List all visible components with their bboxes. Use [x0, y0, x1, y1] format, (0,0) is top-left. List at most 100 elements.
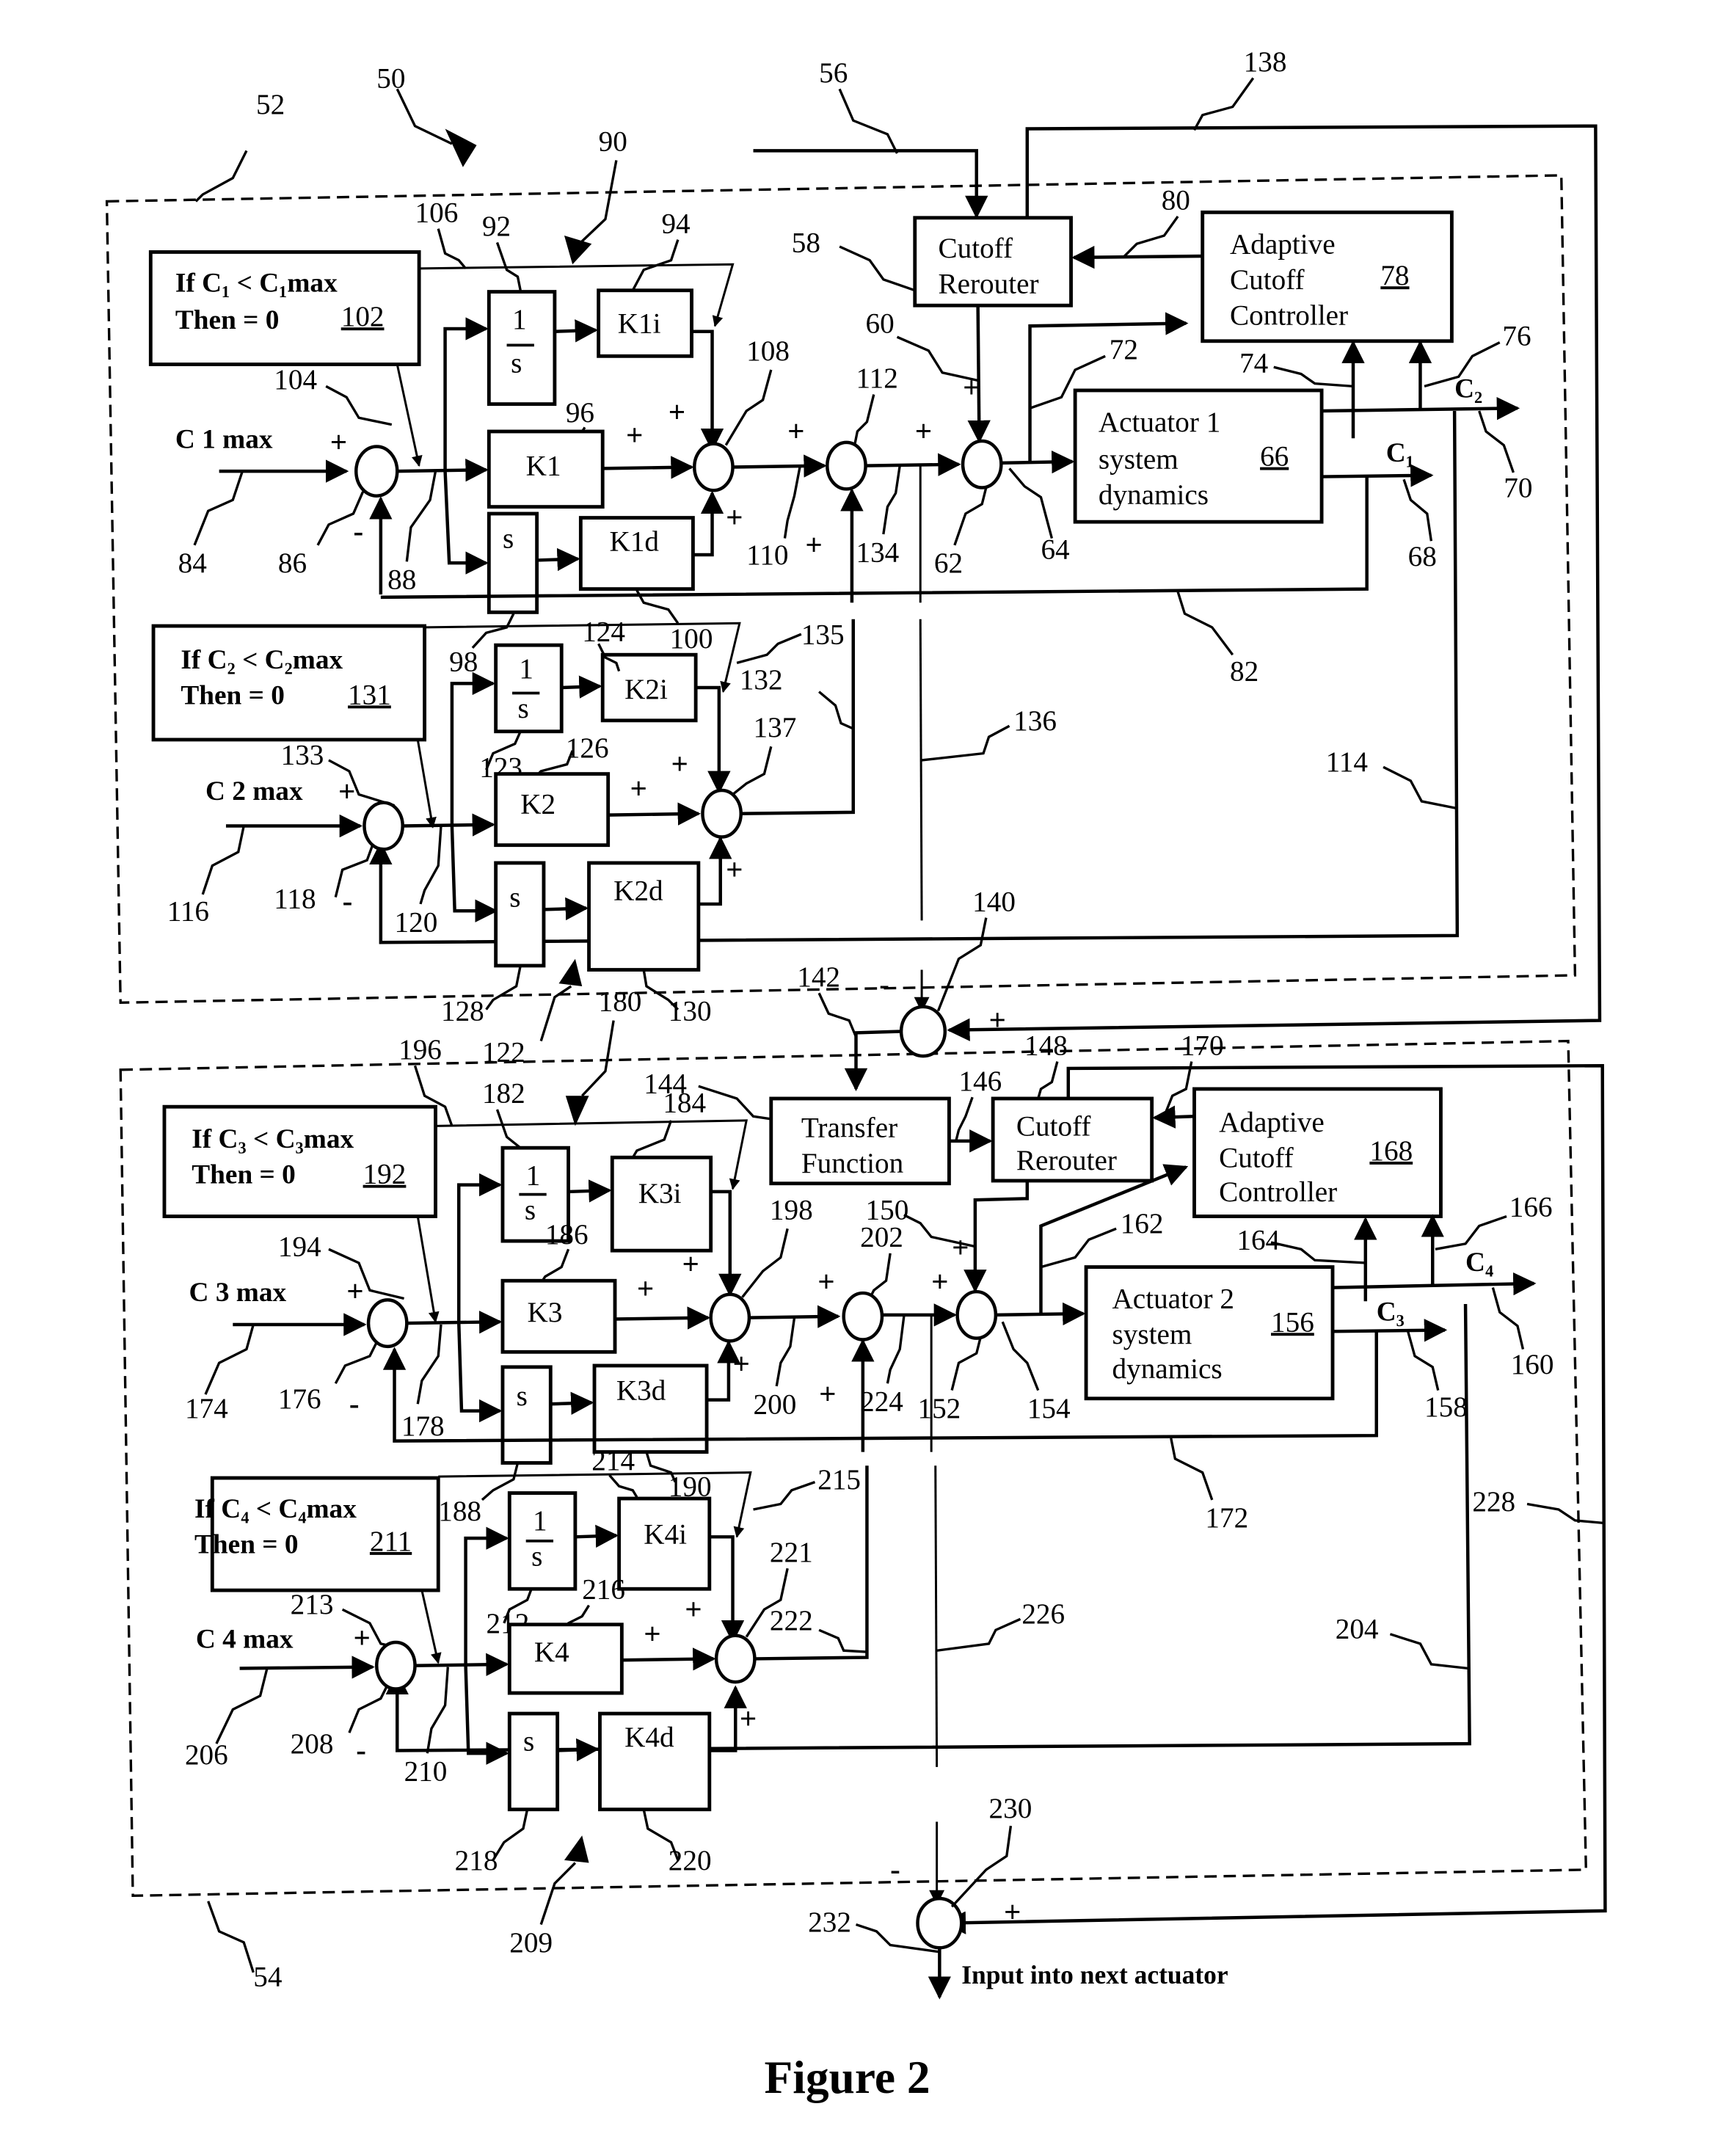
ref-102: 102: [341, 301, 385, 332]
ref-138: 138: [1244, 46, 1287, 78]
sign-230-plus: +: [1004, 1895, 1021, 1929]
line-142: [844, 1030, 902, 1092]
leader-144: [698, 1085, 782, 1122]
ref-86: 86: [278, 547, 307, 579]
ref-82: 82: [1230, 656, 1258, 688]
sign-208-plus: +: [354, 1620, 371, 1654]
line-128-to-130: [543, 897, 589, 921]
ref-200: 200: [754, 1388, 797, 1420]
actuator-1-line1: Actuator 1: [1099, 407, 1220, 438]
control-system-diagram: 52 50 56 138 90 If C₁ < C₁max Then = 0 1…: [105, 46, 1607, 2103]
ref-226: 226: [1021, 1598, 1065, 1630]
integrator-212-den: s: [531, 1541, 542, 1573]
sign-140-plus: +: [989, 1003, 1006, 1037]
ref-118: 118: [274, 884, 316, 915]
leader-146: [955, 1096, 974, 1142]
ref-137: 137: [754, 712, 797, 743]
signal-c2: C₂: [1454, 374, 1482, 404]
leader-218: [492, 1809, 529, 1861]
ref-54: 54: [253, 1962, 282, 1993]
ref-156: 156: [1271, 1306, 1314, 1338]
line-212-to-214: [575, 1524, 619, 1548]
arrowhead-180: [565, 1096, 589, 1126]
ref-56: 56: [819, 57, 848, 89]
ref-126: 126: [566, 732, 609, 764]
pointer-50: [396, 88, 453, 145]
leader-62: [953, 487, 988, 546]
gain-k1d-label: K1d: [610, 525, 660, 557]
ref-128: 128: [441, 996, 484, 1027]
line-k4-out: [622, 1647, 716, 1671]
ref-150: 150: [866, 1194, 909, 1226]
actuator-2-line3: dynamics: [1112, 1353, 1223, 1385]
leader-128: [485, 965, 522, 1010]
line-178: [407, 1310, 503, 1334]
ref-160: 160: [1511, 1349, 1554, 1380]
differentiator-128-label: s: [509, 882, 520, 914]
line-120: [402, 813, 496, 837]
summing-junction-230: [916, 1896, 964, 1950]
summing-junction-108: [693, 442, 735, 492]
ref-228: 228: [1472, 1486, 1515, 1518]
ref-209: 209: [509, 1927, 553, 1959]
signal-c1: C₁: [1386, 438, 1414, 468]
differentiator-98-label: s: [503, 523, 514, 555]
leader-224: [886, 1316, 906, 1384]
leader-176: [334, 1341, 378, 1385]
gain-k2d-label: K2d: [613, 875, 663, 906]
ref-208: 208: [291, 1728, 334, 1760]
ref-211: 211: [370, 1526, 412, 1557]
leader-112: [853, 394, 875, 445]
ref-112: 112: [856, 363, 898, 394]
ref-182: 182: [482, 1078, 525, 1110]
summing-junction-208: [375, 1640, 417, 1691]
sign-108-plus-bot: +: [726, 500, 743, 534]
line-213: [420, 1589, 442, 1664]
line-170: [1152, 1105, 1195, 1129]
ref-180: 180: [599, 986, 642, 1018]
signal-c1max: C 1 max: [175, 424, 273, 454]
integrator-92-den: s: [511, 348, 522, 379]
condition-211-line2: Then = 0: [194, 1530, 299, 1560]
line-206: [239, 1656, 375, 1679]
adaptive-168-line1: Adaptive: [1219, 1107, 1325, 1138]
gain-k4d-label: K4d: [624, 1722, 674, 1753]
ref-174: 174: [185, 1393, 228, 1424]
branch-integral-1: [443, 317, 489, 472]
ref-166: 166: [1509, 1192, 1553, 1223]
line-112-out: [865, 453, 961, 476]
leader-104: [325, 385, 393, 426]
leader-138: [1193, 77, 1255, 131]
sign-108-plus-mid: +: [626, 418, 643, 452]
ref-74: 74: [1239, 348, 1268, 379]
ref-132: 132: [740, 664, 783, 696]
ref-210: 210: [404, 1756, 448, 1788]
pointer-209: [539, 1862, 577, 1926]
line-k4i-out: [709, 1535, 745, 1644]
ref-216: 216: [582, 1573, 625, 1605]
integrator-182-num: 1: [526, 1160, 541, 1192]
leader-166: [1435, 1214, 1507, 1250]
leader-174: [204, 1324, 255, 1395]
sign-230-minus: -: [890, 1852, 900, 1886]
gain-k1i-label: K1i: [618, 308, 661, 340]
leader-52: [194, 150, 248, 203]
leader-215: [753, 1481, 816, 1511]
leader-206: [215, 1668, 269, 1744]
leader-64: [1008, 467, 1054, 539]
line-k3-out: [614, 1306, 711, 1330]
leader-154: [1001, 1321, 1040, 1391]
leader-140: [936, 917, 988, 1012]
ref-168: 168: [1369, 1135, 1413, 1167]
leader-160: [1491, 1287, 1525, 1350]
leader-80: [1122, 215, 1179, 259]
ref-142: 142: [797, 961, 840, 993]
leader-116: [201, 826, 245, 895]
line-123-to-124: [561, 675, 602, 699]
line-k3i-out: [710, 1190, 742, 1297]
ref-158: 158: [1424, 1391, 1468, 1423]
adaptive-168-line3: Controller: [1219, 1176, 1337, 1208]
transfer-function-line1: Transfer: [801, 1112, 897, 1143]
leader-58: [839, 245, 916, 292]
ref-162: 162: [1121, 1208, 1164, 1239]
